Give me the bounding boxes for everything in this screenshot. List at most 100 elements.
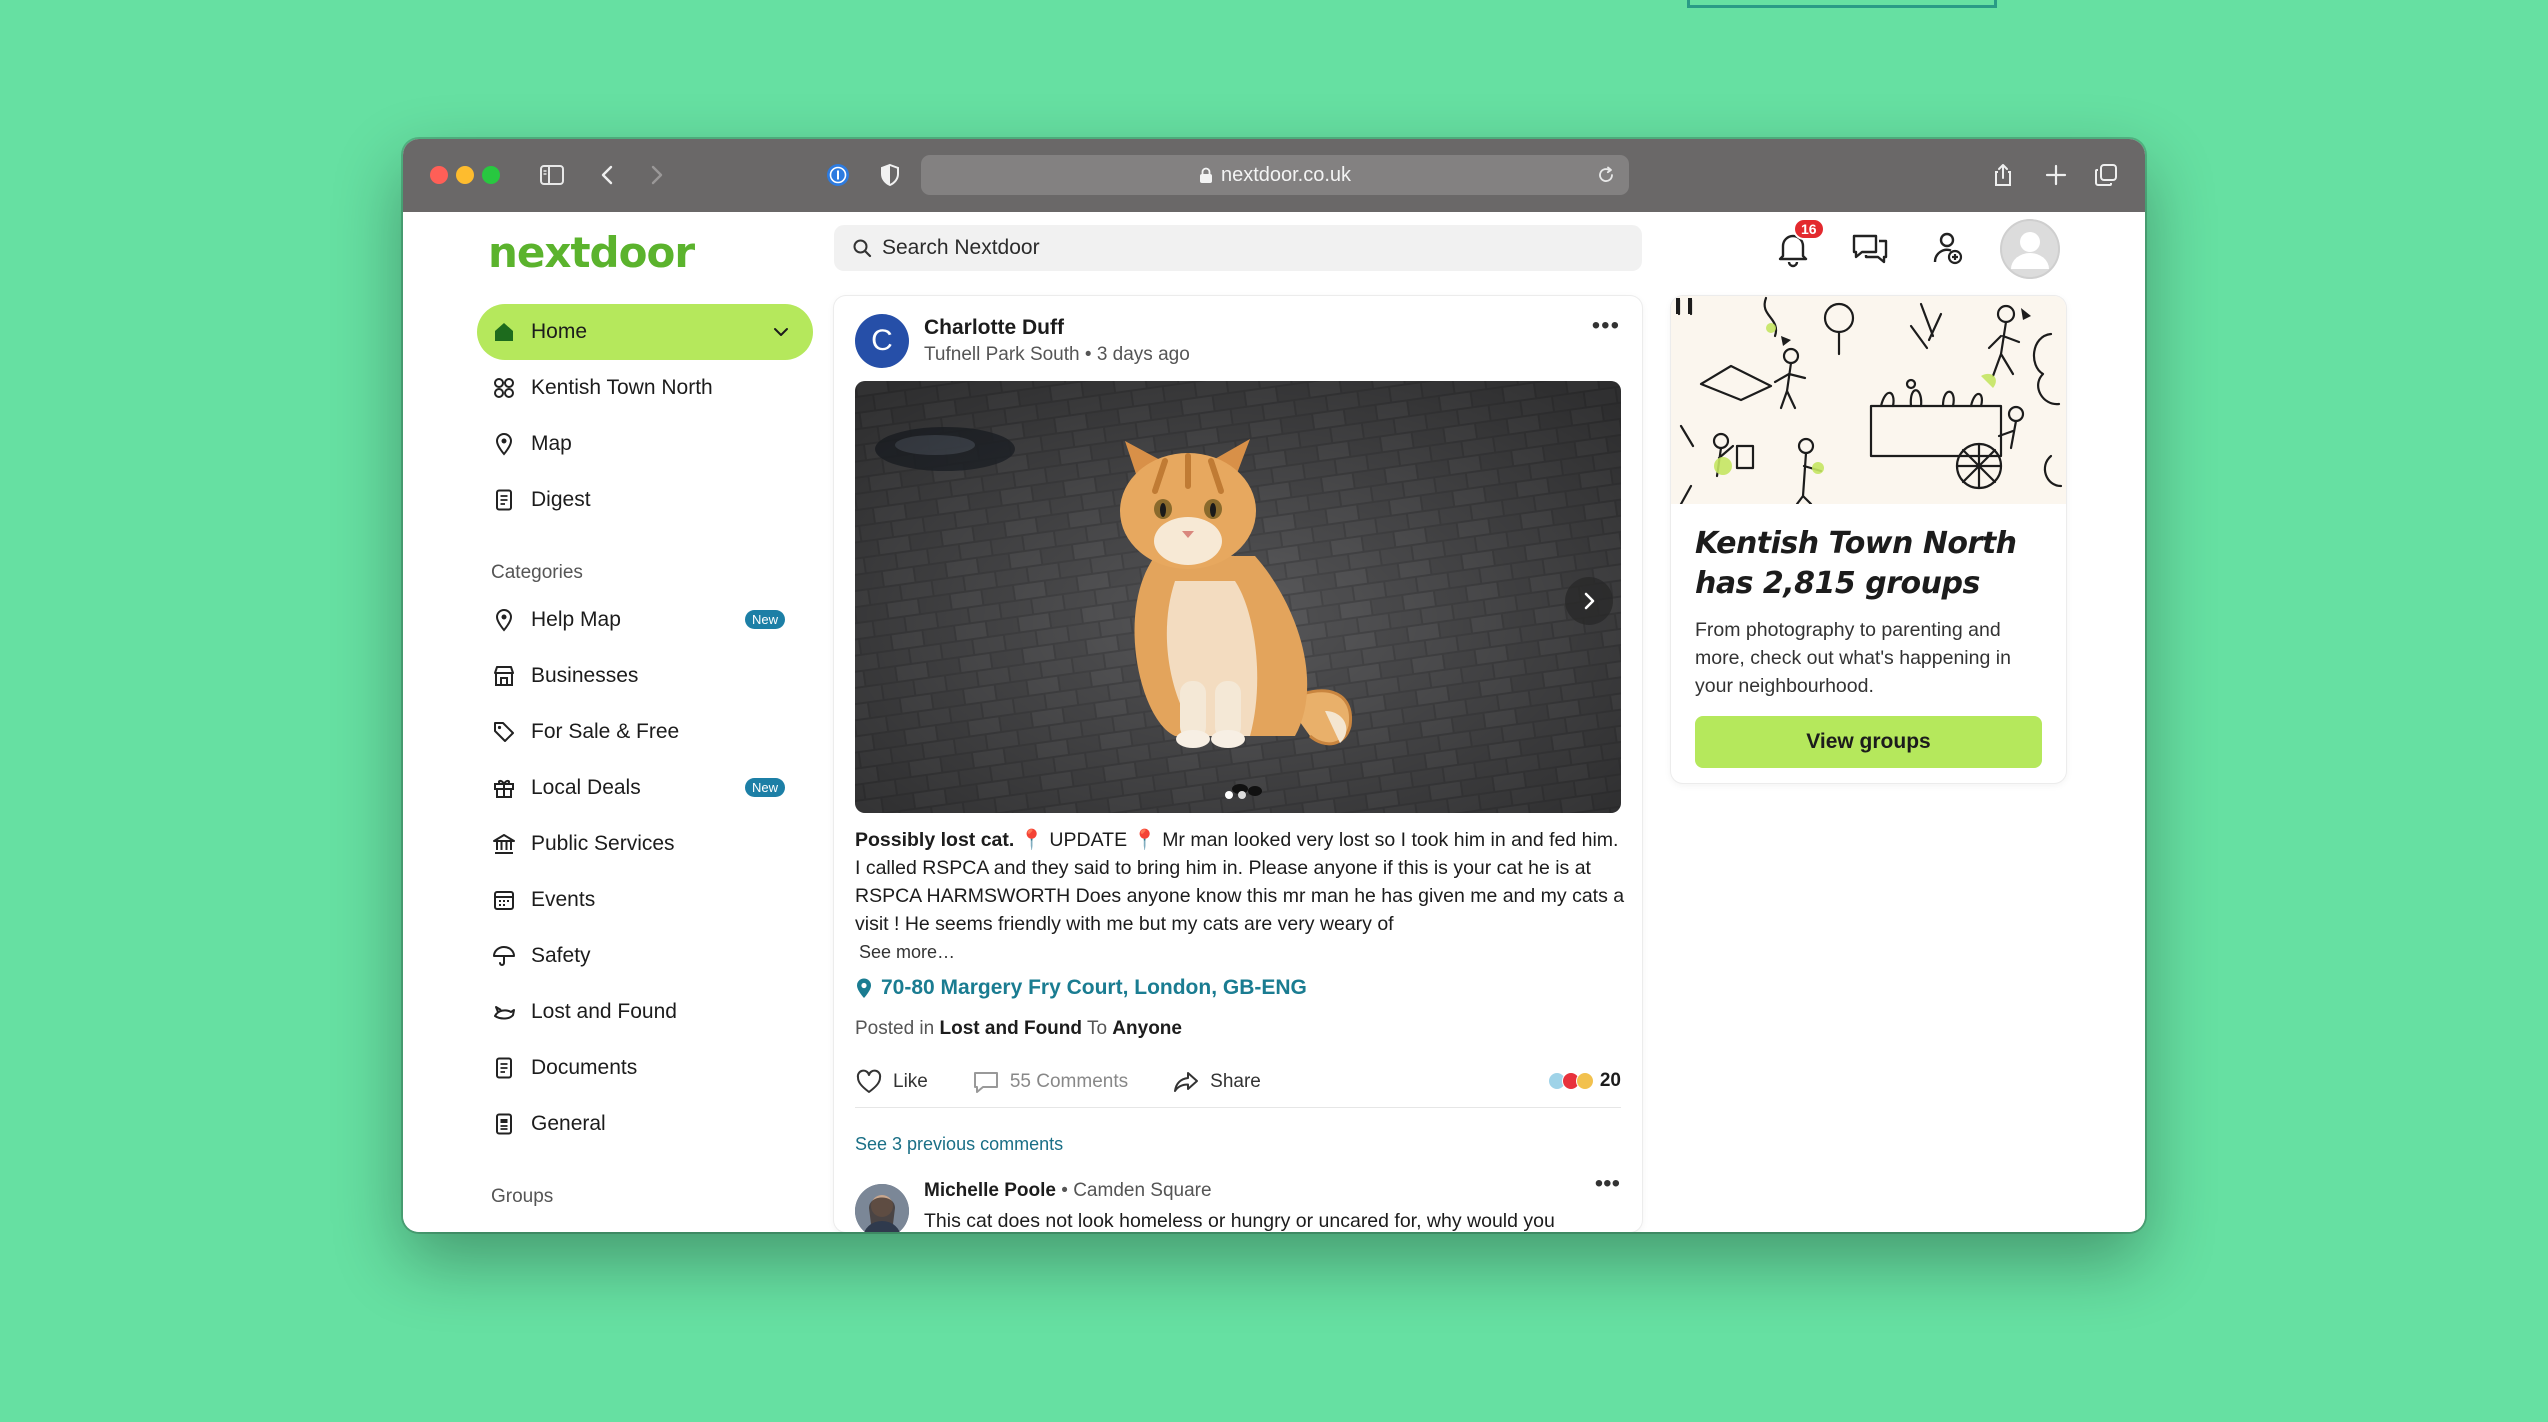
government-building-icon <box>491 831 517 857</box>
left-sidebar: Home Kentish Town North Map Digest Categ… <box>477 304 813 1216</box>
sidebar-item-for-sale-free[interactable]: For Sale & Free <box>477 704 813 760</box>
lock-icon <box>1199 167 1212 183</box>
back-icon[interactable] <box>591 158 625 192</box>
forward-icon[interactable] <box>639 158 673 192</box>
address-bar[interactable]: nextdoor.co.uk <box>921 155 1629 195</box>
sidebar-item-home[interactable]: Home <box>477 304 813 360</box>
search-input[interactable]: Search Nextdoor <box>834 225 1642 271</box>
background-tab-outline <box>1687 0 1997 8</box>
url-text: nextdoor.co.uk <box>1220 163 1352 186</box>
share-label: Share <box>1210 1070 1261 1092</box>
view-groups-button[interactable]: View groups <box>1695 716 2042 768</box>
reaction-summary[interactable]: 20 <box>1547 1070 1621 1092</box>
sidebar-item-label: Events <box>531 888 596 911</box>
share-button[interactable]: Share <box>1172 1068 1261 1096</box>
sidebar-item-map[interactable]: Map <box>477 416 813 472</box>
image-pagination-dots <box>1225 791 1246 799</box>
post-meta: Tufnell Park South • 3 days ago <box>924 344 1190 366</box>
feed-post: C Charlotte Duff Tufnell Park South • 3 … <box>834 296 1642 1232</box>
comments-button[interactable]: 55 Comments <box>972 1068 1128 1096</box>
password-manager-icon[interactable] <box>821 158 855 192</box>
tab-overview-icon[interactable] <box>2089 158 2123 192</box>
sidebar-item-label: Lost and Found <box>531 1000 677 1023</box>
document-icon <box>491 1055 517 1081</box>
share-icon[interactable] <box>1986 158 2020 192</box>
notification-count-badge: 16 <box>1793 218 1825 240</box>
house-icon <box>491 319 517 345</box>
like-label: Like <box>893 1070 928 1092</box>
sidebar-item-events[interactable]: Events <box>477 872 813 928</box>
sidebar-item-label: Home <box>531 320 588 343</box>
pet-icon <box>491 999 517 1025</box>
new-tab-icon[interactable] <box>2039 158 2073 192</box>
gift-icon <box>491 775 517 801</box>
sidebar-item-label: Digest <box>531 488 591 511</box>
post-location-link[interactable]: 70-80 Margery Fry Court, London, GB-ENG <box>855 976 1307 1000</box>
sidebar-item-local-deals[interactable]: Local Deals New <box>477 760 813 816</box>
post-options-icon[interactable]: ••• <box>1592 312 1620 340</box>
sidebar-item-label: Map <box>531 432 572 455</box>
profile-avatar[interactable] <box>2000 219 2060 279</box>
post-actions: Like 55 Comments Share 20 <box>855 1056 1621 1108</box>
chevron-down-icon[interactable] <box>771 322 791 342</box>
post-category-link[interactable]: Lost and Found <box>940 1018 1082 1039</box>
post-timestamp: 3 days ago <box>1096 344 1190 365</box>
invite-neighbor-icon[interactable] <box>1923 224 1971 272</box>
reload-icon[interactable] <box>1595 164 1617 186</box>
author-avatar[interactable]: C <box>855 314 909 368</box>
post-neighborhood[interactable]: Tufnell Park South <box>924 344 1080 365</box>
calendar-icon <box>491 887 517 913</box>
pagination-dot[interactable] <box>1225 791 1233 799</box>
sidebar-item-safety[interactable]: Safety <box>477 928 813 984</box>
post-author-name[interactable]: Charlotte Duff <box>924 316 1064 340</box>
storefront-icon <box>491 663 517 689</box>
comment-options-icon[interactable]: ••• <box>1595 1170 1620 1198</box>
promo-title: Kentish Town North has 2,815 groups <box>1695 526 2017 601</box>
community-illustration <box>1671 296 2066 506</box>
comment-text: This cat does not look homeless or hungr… <box>924 1210 1555 1232</box>
sidebar-item-businesses[interactable]: Businesses <box>477 648 813 704</box>
comment-bubble-icon <box>973 1071 998 1093</box>
nextdoor-logo[interactable]: nextdoor <box>488 228 695 277</box>
sidebar-toggle-icon[interactable] <box>535 158 569 192</box>
minimize-window-button[interactable] <box>456 166 474 184</box>
document-icon <box>491 487 517 513</box>
privacy-shield-icon[interactable] <box>873 158 907 192</box>
sidebar-item-documents[interactable]: Documents <box>477 1040 813 1096</box>
zoom-window-button[interactable] <box>482 166 500 184</box>
commenter-avatar[interactable] <box>855 1184 909 1232</box>
list-document-icon <box>491 1111 517 1137</box>
wow-reaction-icon <box>1575 1072 1594 1090</box>
comment-neighborhood[interactable]: Camden Square <box>1073 1180 1211 1201</box>
new-badge: New <box>744 778 785 797</box>
see-previous-comments-link[interactable]: See 3 previous comments <box>855 1134 1063 1155</box>
pagination-dot[interactable] <box>1238 791 1246 799</box>
browser-window: nextdoor.co.uk nextdoor Search Nextdoor … <box>403 139 2145 1232</box>
like-button[interactable]: Like <box>855 1068 928 1096</box>
groups-promo-card: Kentish Town North has 2,815 groups From… <box>1671 296 2066 783</box>
post-audience: Anyone <box>1112 1018 1182 1039</box>
sidebar-item-public-services[interactable]: Public Services <box>477 816 813 872</box>
location-pin-icon <box>857 978 871 998</box>
heart-icon <box>856 1069 882 1093</box>
messages-icon[interactable] <box>1846 224 1894 272</box>
sidebar-item-digest[interactable]: Digest <box>477 472 813 528</box>
post-location-text: 70-80 Margery Fry Court, London, GB-ENG <box>881 976 1307 999</box>
see-more-link[interactable]: See more… <box>859 938 1625 966</box>
sidebar-item-general[interactable]: General <box>477 1096 813 1152</box>
sidebar-item-help-map[interactable]: Help Map New <box>477 592 813 648</box>
close-window-button[interactable] <box>430 166 448 184</box>
next-image-button[interactable] <box>1565 577 1613 625</box>
price-tag-icon <box>491 719 517 745</box>
sidebar-item-label: Businesses <box>531 664 639 687</box>
post-title: Possibly lost cat. <box>855 829 1015 851</box>
comment-author-name[interactable]: Michelle Poole <box>924 1180 1056 1201</box>
browser-toolbar: nextdoor.co.uk <box>403 139 2145 212</box>
promo-description: From photography to parenting and more, … <box>1695 619 2011 697</box>
meta-separator: • <box>1084 344 1097 365</box>
sidebar-item-lost-and-found[interactable]: Lost and Found <box>477 984 813 1040</box>
new-badge: New <box>744 610 785 629</box>
map-pin-icon <box>491 607 517 633</box>
post-photo[interactable] <box>855 381 1621 813</box>
sidebar-item-kentish-town-north[interactable]: Kentish Town North <box>477 360 813 416</box>
